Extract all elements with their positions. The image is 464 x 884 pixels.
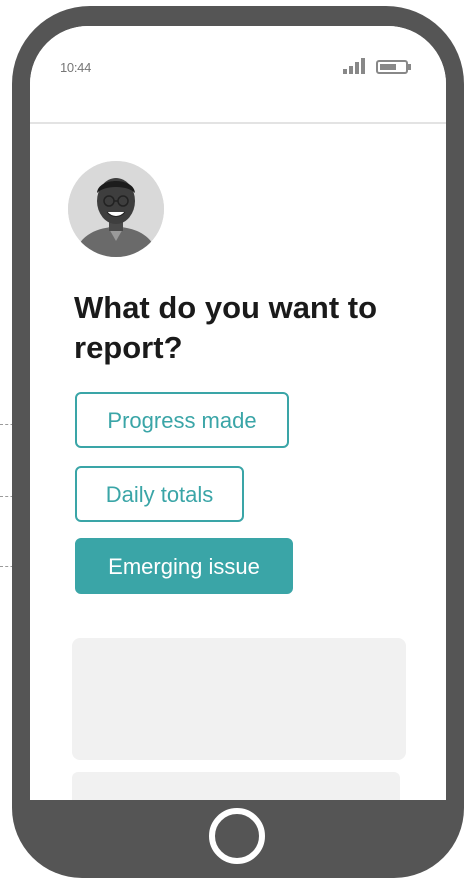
status-time: 10:44 [60, 60, 92, 75]
phone-frame: 10:44 What do you want to report? Progre… [12, 6, 464, 878]
placeholder-card-secondary [72, 772, 400, 800]
avatar [68, 161, 164, 257]
daily-totals-button[interactable]: Daily totals [75, 466, 244, 522]
emerging-issue-button[interactable]: Emerging issue [75, 538, 293, 594]
progress-made-button[interactable]: Progress made [75, 392, 289, 448]
battery-icon [376, 60, 411, 74]
home-circle-icon[interactable] [209, 808, 265, 864]
page: 10:44 What do you want to report? Progre… [0, 0, 464, 884]
phone-screen: 10:44 What do you want to report? Progre… [30, 26, 446, 800]
status-bar: 10:44 [30, 26, 446, 124]
avatar-person-icon [68, 161, 164, 257]
placeholder-card [72, 638, 406, 760]
signal-bars-icon [343, 58, 365, 74]
page-title: What do you want to report? [74, 290, 378, 365]
